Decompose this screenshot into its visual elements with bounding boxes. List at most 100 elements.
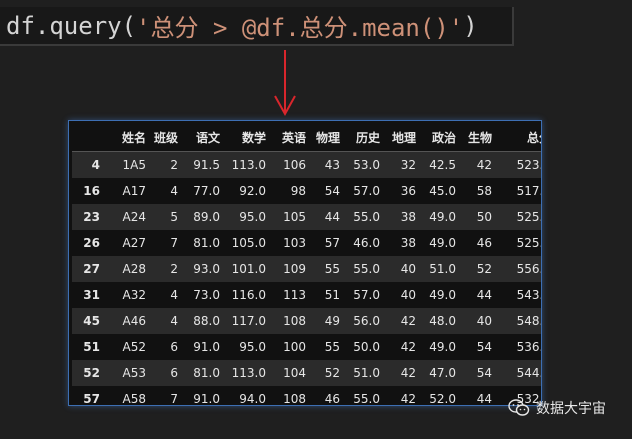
table-cell: 91.0 [184,386,226,405]
table-row: 52A53681.0113.01045251.04247.054544.0 [72,360,541,386]
table-row: 51A52691.095.01005550.04249.054536.0 [72,334,541,360]
table-cell: 4 [152,308,184,334]
table-cell: 523.0 [498,151,541,178]
table-cell: 42.5 [422,151,462,178]
table-cell: 49 [312,308,346,334]
table-cell: 54 [462,360,498,386]
table-cell: 38 [386,204,422,230]
code-suffix: ) [463,11,478,40]
table-cell: 40 [386,256,422,282]
table-cell: 108 [272,308,312,334]
table-cell: 44 [462,282,498,308]
table-row: 41A5291.5113.01064353.03242.542523.0 [72,151,541,178]
table-row: 57A58791.094.01084655.04252.044532.0 [72,386,541,405]
table-cell: 45.0 [422,178,462,204]
row-index: 4 [72,151,106,178]
table-cell: 53.0 [346,151,386,178]
table-cell: 46 [312,386,346,405]
code-string: '总分 > @df.总分.mean()' [136,14,464,42]
table-cell: 91.5 [184,151,226,178]
table-cell: A52 [106,334,152,360]
table-cell: 46 [462,230,498,256]
wechat-icon [508,399,530,416]
table-cell: 55.0 [346,386,386,405]
table-cell: 517.0 [498,178,541,204]
table-cell: 73.0 [184,282,226,308]
table-cell: 81.0 [184,230,226,256]
table-cell: 42 [386,360,422,386]
table-cell: 40 [386,282,422,308]
table-cell: 6 [152,334,184,360]
table-cell: A24 [106,204,152,230]
table-cell: 49.0 [422,204,462,230]
table-cell: 116.0 [226,282,272,308]
table-cell: 2 [152,151,184,178]
table-cell: 54 [312,178,346,204]
table-cell: 4 [152,178,184,204]
table-cell: 89.0 [184,204,226,230]
column-header: 英语 [272,124,312,152]
table-cell: 46.0 [346,230,386,256]
table-header-row: 姓名班级语文数学英语物理历史地理政治生物总分 [72,124,541,152]
table-row: 23A24589.095.01054455.03849.050525.0 [72,204,541,230]
table-cell: 113 [272,282,312,308]
table-cell: 103 [272,230,312,256]
table-cell: 544.0 [498,360,541,386]
watermark: 数据大宇宙 [508,398,606,418]
row-index: 52 [72,360,106,386]
table-cell: 98 [272,178,312,204]
table-cell: 7 [152,386,184,405]
table-cell: 104 [272,360,312,386]
table-cell: 50 [462,204,498,230]
table-cell: 58 [462,178,498,204]
index-header [72,124,106,152]
table-cell: A46 [106,308,152,334]
table-cell: 108 [272,386,312,405]
table-row: 27A28293.0101.01095555.04051.052556.0 [72,256,541,282]
table-cell: 51.0 [346,360,386,386]
table-cell: 109 [272,256,312,282]
table-cell: 54 [462,334,498,360]
table-cell: 51.0 [422,256,462,282]
column-header: 物理 [312,124,346,152]
table-cell: A58 [106,386,152,405]
table-cell: 42 [386,308,422,334]
table-cell: 113.0 [226,151,272,178]
table-cell: 6 [152,360,184,386]
table-row: 45A46488.0117.01084956.04248.040548.0 [72,308,541,334]
row-index: 45 [72,308,106,334]
table-cell: 1A5 [106,151,152,178]
dataframe-table: 姓名班级语文数学英语物理历史地理政治生物总分 41A5291.5113.0106… [72,124,541,405]
table-cell: 55 [312,334,346,360]
table-cell: 525.0 [498,230,541,256]
table-cell: 38 [386,230,422,256]
table-cell: A53 [106,360,152,386]
watermark-text: 数据大宇宙 [536,401,606,417]
table-cell: 49.0 [422,334,462,360]
table-cell: 57.0 [346,282,386,308]
table-cell: 52 [312,360,346,386]
code-cell[interactable]: df.query('总分 > @df.总分.mean()') [0,7,514,46]
table-cell: 117.0 [226,308,272,334]
table-cell: 95.0 [226,334,272,360]
table-cell: 113.0 [226,360,272,386]
table-cell: 49.0 [422,230,462,256]
table-cell: 105 [272,204,312,230]
row-index: 16 [72,178,106,204]
table-row: 16A17477.092.0985457.03645.058517.0 [72,178,541,204]
table-cell: 48.0 [422,308,462,334]
column-header: 政治 [422,124,462,152]
table-cell: 4 [152,282,184,308]
table-row: 31A32473.0116.01135157.04049.044543.0 [72,282,541,308]
table-cell: 95.0 [226,204,272,230]
table-cell: 55 [312,256,346,282]
table-cell: 57.0 [346,178,386,204]
column-header: 生物 [462,124,498,152]
dataframe-output: 姓名班级语文数学英语物理历史地理政治生物总分 41A5291.5113.0106… [68,120,542,406]
table-cell: 106 [272,151,312,178]
table-cell: 51 [312,282,346,308]
table-cell: 93.0 [184,256,226,282]
table-cell: 40 [462,308,498,334]
table-cell: 57 [312,230,346,256]
down-arrow-icon [274,50,296,117]
